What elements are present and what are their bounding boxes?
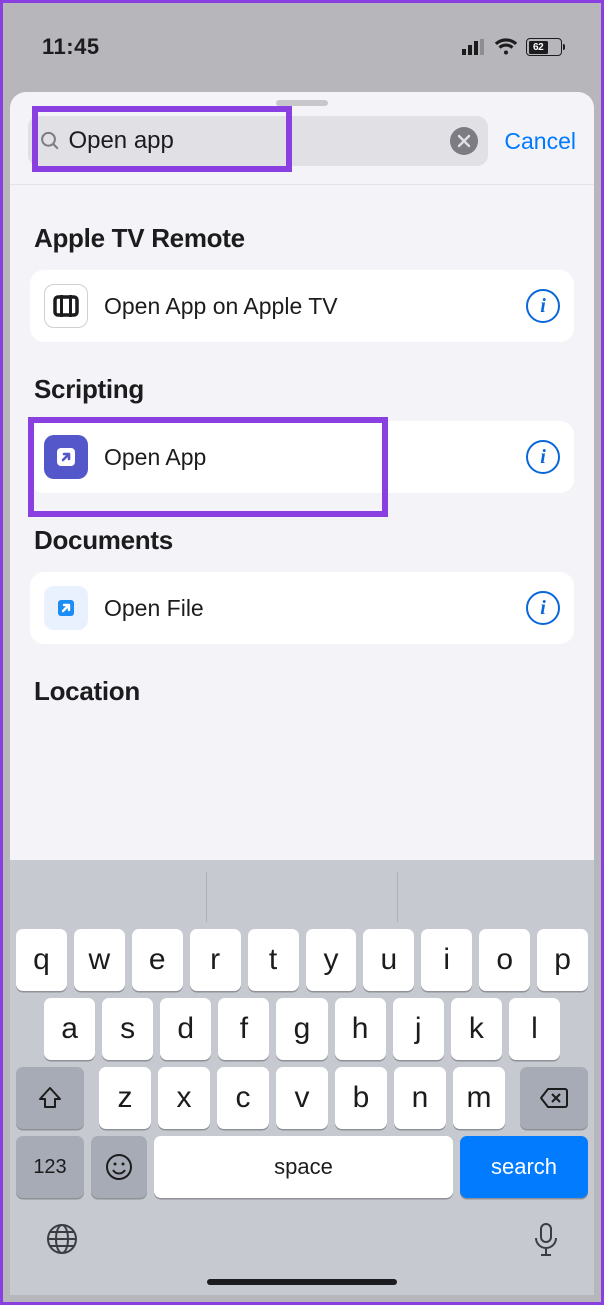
key-y[interactable]: y xyxy=(306,929,357,991)
key-u[interactable]: u xyxy=(363,929,414,991)
openfile-icon xyxy=(44,586,88,630)
result-label: Open App on Apple TV xyxy=(104,293,510,320)
status-right: 62 xyxy=(462,38,562,56)
status-time: 11:45 xyxy=(42,34,100,60)
search-field[interactable] xyxy=(28,116,488,166)
key-t[interactable]: t xyxy=(248,929,299,991)
search-clear-button[interactable] xyxy=(450,127,478,155)
key-m[interactable]: m xyxy=(453,1067,505,1129)
key-s[interactable]: s xyxy=(102,998,153,1060)
key-p[interactable]: p xyxy=(537,929,588,991)
kb-row3: zxcvbnm xyxy=(16,1067,588,1129)
key-r[interactable]: r xyxy=(190,929,241,991)
key-e[interactable]: e xyxy=(132,929,183,991)
key-f[interactable]: f xyxy=(218,998,269,1060)
key-d[interactable]: d xyxy=(160,998,211,1060)
info-button[interactable]: i xyxy=(526,591,560,625)
autocorrect-bar[interactable] xyxy=(16,872,588,922)
openapp-icon xyxy=(44,435,88,479)
shift-icon xyxy=(37,1085,63,1111)
search-input[interactable] xyxy=(68,127,442,155)
cancel-button[interactable]: Cancel xyxy=(504,128,576,155)
key-o[interactable]: o xyxy=(479,929,530,991)
emoji-key[interactable] xyxy=(91,1136,147,1198)
key-l[interactable]: l xyxy=(509,998,560,1060)
search-icon xyxy=(40,130,60,152)
info-button[interactable]: i xyxy=(526,440,560,474)
search-sheet: Cancel Apple TV Remote Open App on Apple… xyxy=(10,92,594,1295)
result-label: Open File xyxy=(104,595,510,622)
globe-icon[interactable] xyxy=(44,1221,80,1257)
numeric-key[interactable]: 123 xyxy=(16,1136,84,1198)
section-title: Location xyxy=(14,648,590,719)
key-a[interactable]: a xyxy=(44,998,95,1060)
key-j[interactable]: j xyxy=(393,998,444,1060)
close-icon xyxy=(457,134,471,148)
key-g[interactable]: g xyxy=(276,998,327,1060)
battery-icon: 62 xyxy=(526,38,562,56)
key-v[interactable]: v xyxy=(276,1067,328,1129)
result-row-openapp[interactable]: Open App i xyxy=(30,421,574,493)
key-h[interactable]: h xyxy=(335,998,386,1060)
keyboard[interactable]: qwertyuiop asdfghjkl zxcvbnm 123 space s… xyxy=(10,860,594,1295)
cell-signal-icon xyxy=(462,39,486,55)
backspace-key[interactable] xyxy=(520,1067,588,1129)
key-k[interactable]: k xyxy=(451,998,502,1060)
section-title: Scripting xyxy=(14,346,590,417)
search-row: Cancel xyxy=(10,112,594,185)
sheet-grabber[interactable] xyxy=(276,100,328,106)
home-indicator[interactable] xyxy=(207,1279,397,1285)
shift-key[interactable] xyxy=(16,1067,84,1129)
result-row-openfile[interactable]: Open File i xyxy=(30,572,574,644)
section-title: Documents xyxy=(14,497,590,568)
info-button[interactable]: i xyxy=(526,289,560,323)
space-key[interactable]: space xyxy=(154,1136,453,1198)
key-q[interactable]: q xyxy=(16,929,67,991)
section-title: Apple TV Remote xyxy=(14,195,590,266)
key-w[interactable]: w xyxy=(74,929,125,991)
result-row-appletv[interactable]: Open App on Apple TV i xyxy=(30,270,574,342)
backspace-icon xyxy=(539,1087,569,1109)
dictation-icon[interactable] xyxy=(532,1221,560,1259)
search-key[interactable]: search xyxy=(460,1136,588,1198)
key-c[interactable]: c xyxy=(217,1067,269,1129)
appletv-icon xyxy=(44,284,88,328)
key-b[interactable]: b xyxy=(335,1067,387,1129)
wifi-icon xyxy=(494,38,518,56)
key-z[interactable]: z xyxy=(99,1067,151,1129)
emoji-icon xyxy=(104,1152,134,1182)
key-x[interactable]: x xyxy=(158,1067,210,1129)
statusbar: 11:45 62 xyxy=(10,10,594,84)
key-i[interactable]: i xyxy=(421,929,472,991)
key-n[interactable]: n xyxy=(394,1067,446,1129)
result-label: Open App xyxy=(104,444,510,471)
